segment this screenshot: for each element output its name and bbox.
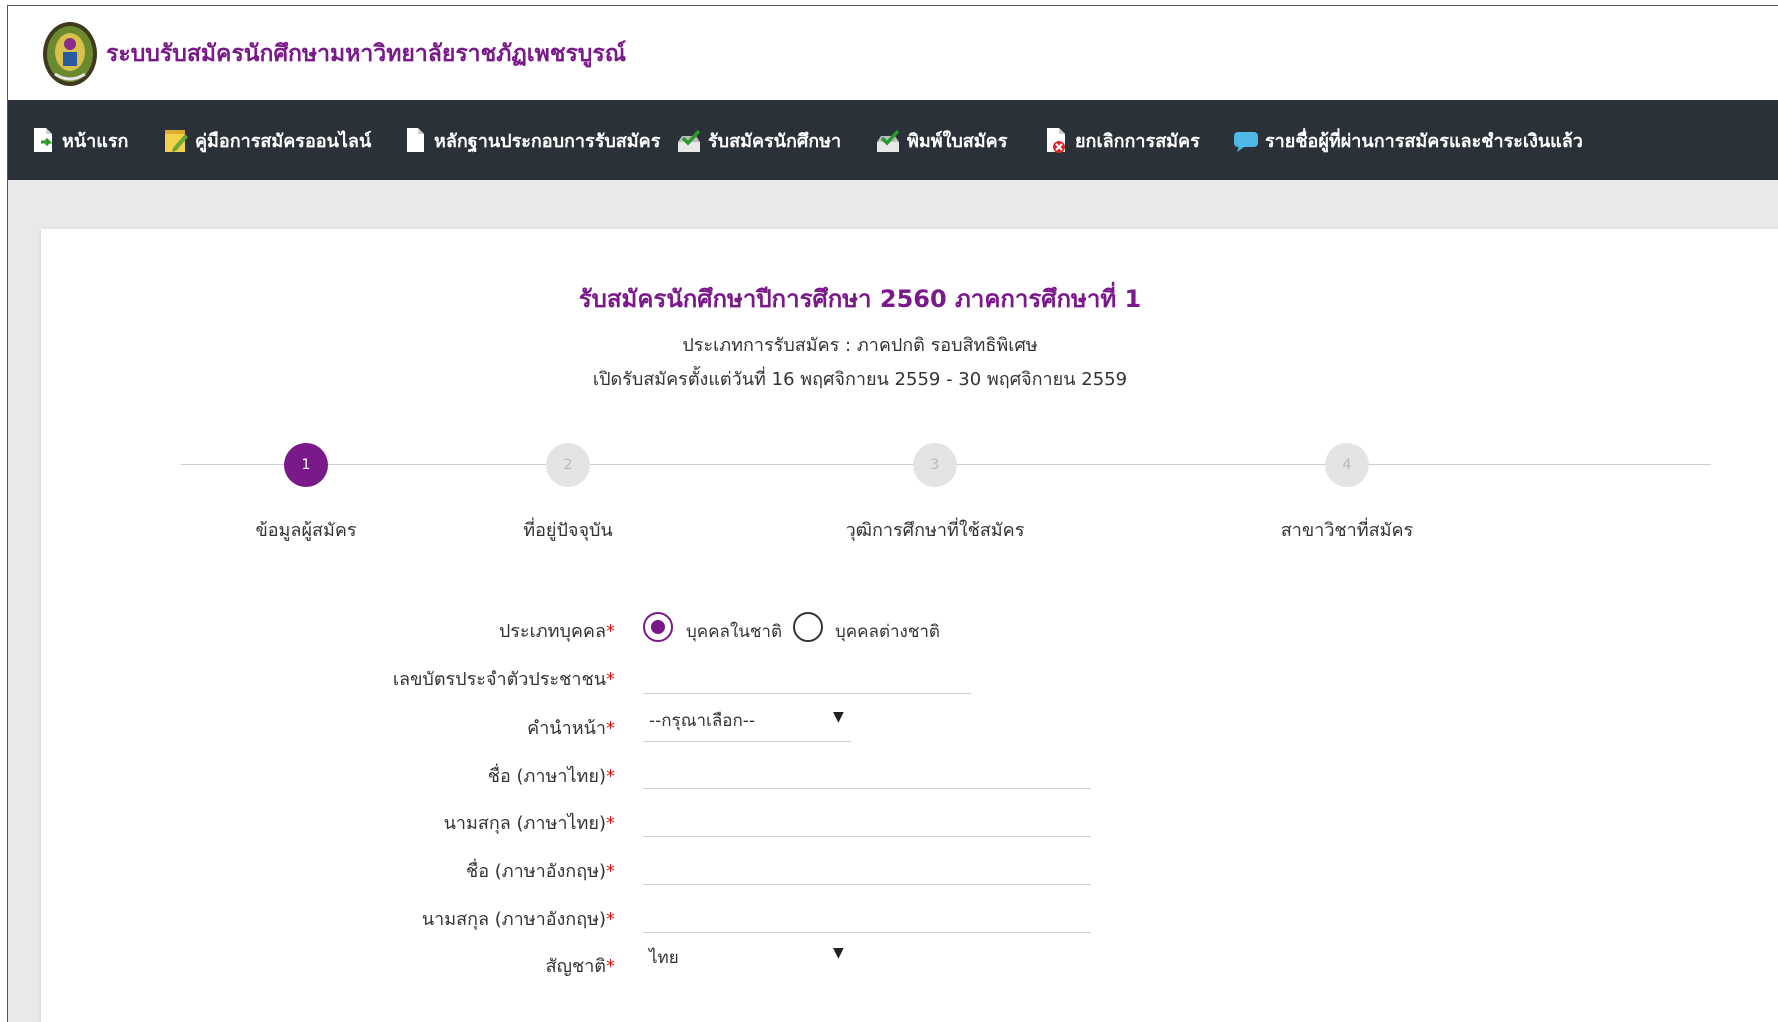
person-type-label: ประเภทบุคคล* [8,616,615,645]
last-name-en-field[interactable] [643,893,1091,931]
step-4-circle[interactable]: 4 [1325,443,1369,487]
required-mark: * [606,669,615,690]
nav-item-label: ยกเลิกการสมัคร [1075,130,1200,152]
nav-item-cancel-application[interactable]: ยกเลิกการสมัคร [1043,100,1200,180]
radio-domestic[interactable] [643,612,673,642]
citizen-id-label: เลขบัตรประจำตัวประชาชน* [8,664,615,693]
label-text: สัญชาติ [545,956,606,977]
dropdown-arrow-icon: ▼ [833,709,844,725]
nav-item-label: หลักฐานประกอบการรับสมัคร [434,130,661,152]
nav-item-apply[interactable]: รับสมัครนักศึกษา [676,100,841,180]
required-mark: * [606,909,615,930]
label-text: นามสกุล (ภาษาไทย) [443,813,606,834]
nav-item-evidence-docs[interactable]: หลักฐานประกอบการรับสมัคร [402,100,660,180]
citizen-id-field[interactable] [643,654,971,692]
last-name-th-field[interactable] [643,797,1091,835]
label-text: ชื่อ (ภาษาอังกฤษ) [465,861,606,882]
first-name-th-label: ชื่อ (ภาษาไทย)* [8,761,615,790]
step-2-circle[interactable]: 2 [546,443,590,487]
page-arrow-icon [34,128,53,152]
speech-bubble-icon [1234,132,1258,152]
nationality-select[interactable]: ไทย ▼ [643,935,851,977]
application-type-text: ประเภทการรับสมัคร : ภาคปกติ รอบสิทธิพิเศ… [682,335,1038,356]
radio-foreign-label[interactable]: บุคคลต่างชาติ [835,618,940,645]
prefix-underline [643,741,851,742]
nav-item-paid-list[interactable]: รายชื่อผู้ที่ผ่านการสมัครและชำระเงินแล้ว [1233,100,1583,180]
required-mark: * [606,766,615,787]
nationality-select-value: ไทย [649,948,679,968]
first-name-en-label: ชื่อ (ภาษาอังกฤษ)* [8,856,615,885]
label-text: เลขบัตรประจำตัวประชาชน [392,669,606,690]
last-name-en-label: นามสกุล (ภาษาอังกฤษ)* [8,904,615,933]
site-header: ระบบรับสมัครนักศึกษามหาวิทยาลัยราชภัฏเพช… [8,6,1778,100]
required-mark: * [606,956,615,977]
nav-item-label: รับสมัครนักศึกษา [708,130,842,152]
first-name-th-underline [643,788,1091,789]
last-name-th-underline [643,836,1091,837]
nav-item-online-manual[interactable]: คู่มือการสมัครออนไลน์ [163,100,371,180]
prefix-label: คำนำหน้า* [8,713,615,742]
nav-item-label: รายชื่อผู้ที่ผ่านการสมัครและชำระเงินแล้ว [1265,130,1583,152]
page-title: รับสมัครนักศึกษาปีการศึกษา 2560 ภาคการศึ… [578,285,1142,313]
step-3-circle[interactable]: 3 [913,443,957,487]
required-mark: * [606,813,615,834]
first-name-en-underline [643,884,1091,885]
university-logo-icon[interactable] [41,18,99,87]
dropdown-arrow-icon: ▼ [833,945,844,961]
site-title[interactable]: ระบบรับสมัครนักศึกษามหาวิทยาลัยราชภัฏเพช… [106,36,626,72]
label-text: ประเภทบุคคล [498,621,606,642]
first-name-th-field[interactable] [643,749,1091,787]
step-1-label[interactable]: ข้อมูลผู้สมัคร [176,515,436,544]
nav-item-label: หน้าแรก [62,130,129,152]
required-mark: * [606,861,615,882]
label-text: นามสกุล (ภาษาอังกฤษ) [421,909,606,930]
document-icon [407,128,424,152]
citizen-id-underline [643,693,971,694]
prefix-select-value: --กรุณาเลือก-- [649,711,756,731]
required-mark: * [606,718,615,739]
nationality-label: สัญชาติ* [8,951,615,980]
main-navbar: หน้าแรก คู่มือการสมัครออนไลน์ หลักฐานประ… [8,100,1778,180]
nav-item-label: คู่มือการสมัครออนไลน์ [195,130,372,152]
step-3-label[interactable]: วุฒิการศึกษาที่ใช้สมัคร [805,515,1065,544]
label-text: คำนำหน้า [527,718,606,739]
last-name-en-underline [643,932,1091,933]
required-mark: * [606,621,615,642]
step-1-circle[interactable]: 1 [284,443,328,487]
inbox-check-icon [678,129,701,152]
notepad-edit-icon [165,130,188,152]
browser-viewport: ระบบรับสมัครนักศึกษามหาวิทยาลัยราชภัฏเพช… [7,5,1778,1022]
last-name-th-label: นามสกุล (ภาษาไทย)* [8,808,615,837]
nav-item-print-form[interactable]: พิมพ์ใบสมัคร [875,100,1007,180]
inbox-check-icon [877,129,900,152]
step-4-label[interactable]: สาขาวิชาที่สมัคร [1217,515,1477,544]
nav-item-label: พิมพ์ใบสมัคร [907,130,1008,152]
label-text: ชื่อ (ภาษาไทย) [487,766,606,787]
document-delete-icon [1047,128,1065,153]
open-period-text: เปิดรับสมัครตั้งแต่วันที่ 16 พฤศจิกายน 2… [592,369,1128,390]
first-name-en-field[interactable] [643,845,1091,883]
application-card: รับสมัครนักศึกษาปีการศึกษา 2560 ภาคการศึ… [41,229,1778,1022]
step-2-label[interactable]: ที่อยู่ปัจจุบัน [438,515,698,544]
prefix-select[interactable]: --กรุณาเลือก-- ▼ [643,699,851,741]
nav-item-home[interactable]: หน้าแรก [30,100,128,180]
radio-foreign[interactable] [793,612,823,642]
radio-domestic-label[interactable]: บุคคลในชาติ [686,618,782,645]
